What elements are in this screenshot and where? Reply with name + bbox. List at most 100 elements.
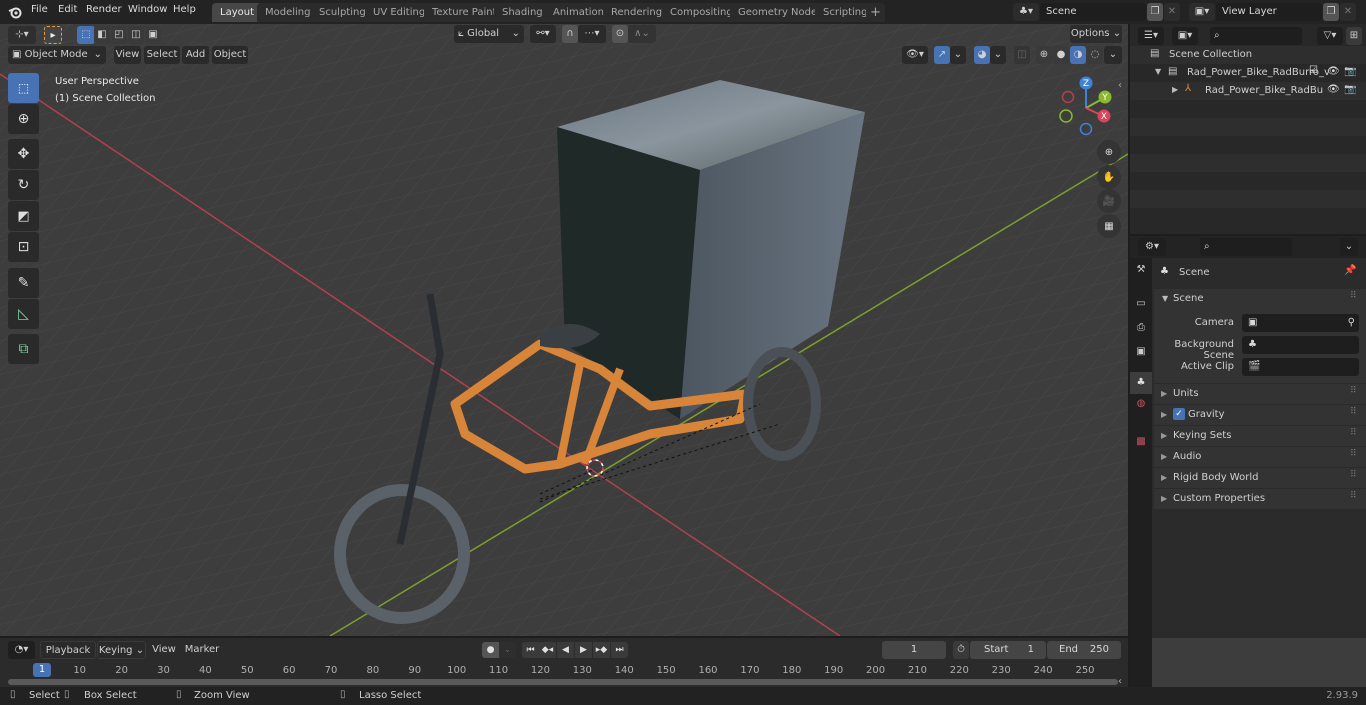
end-frame-field[interactable]: End 250 — [1047, 641, 1121, 659]
add-workspace-button[interactable]: + — [866, 3, 885, 22]
tab-world[interactable]: ◍ — [1132, 398, 1150, 418]
editor-type-button[interactable]: ⊹▾ — [8, 26, 36, 44]
snap-target-dropdown[interactable]: ⋯▾ — [578, 25, 606, 43]
view-layer-new-button[interactable]: ❐ — [1323, 3, 1339, 21]
tool-move[interactable]: ✥ — [8, 139, 39, 169]
gravity-checkbox[interactable]: ✓ — [1173, 408, 1185, 420]
jump-start-button[interactable]: ⏮ — [522, 642, 539, 658]
viewport-menu-object[interactable]: Object — [212, 46, 248, 64]
snap-toggle[interactable]: ∩ — [562, 25, 578, 43]
auto-keying-toggle[interactable]: ● — [482, 642, 499, 658]
eyedropper-icon[interactable]: ⚲ — [1348, 314, 1355, 332]
current-frame-field[interactable]: 1 — [882, 641, 946, 659]
subpanel-custom-properties[interactable]: ▶ Custom Properties ⠿ — [1154, 488, 1366, 509]
blender-logo-icon[interactable] — [8, 5, 22, 19]
drag-handle-icon[interactable]: ⠿ — [1350, 407, 1357, 417]
jump-end-button[interactable]: ⏭ — [611, 642, 628, 658]
drag-handle-icon[interactable]: ⠿ — [1350, 470, 1357, 480]
outliner-row-scene-collection[interactable]: ▤ Scene Collection — [1130, 46, 1366, 64]
tab-view-layer[interactable]: ▣ — [1132, 346, 1150, 366]
menu-file[interactable]: File — [31, 4, 48, 15]
expand-arrow-icon[interactable]: ▼ — [1155, 67, 1161, 76]
expand-arrow-icon[interactable]: ▶ — [1172, 85, 1178, 94]
transform-orientation-dropdown[interactable]: ⟀ Global ⌄ — [454, 25, 524, 43]
gizmo-dropdown[interactable]: ⌄ — [950, 46, 966, 64]
keying-menu[interactable]: Keying ⌄ — [97, 641, 146, 659]
tab-texture[interactable]: ▩ — [1132, 436, 1150, 456]
tool-rotate[interactable]: ↻ — [8, 170, 39, 200]
tab-compositing[interactable]: Compositing — [662, 3, 741, 22]
falloff-dropdown[interactable]: ∧⌄ — [628, 25, 656, 43]
sidebar-toggle-icon[interactable]: ‹ — [1118, 676, 1122, 687]
prev-keyframe-button[interactable]: ◆◂ — [539, 642, 556, 658]
select-mode-subtract[interactable]: ◰ — [111, 26, 127, 44]
subpanel-audio[interactable]: ▶ Audio ⠿ — [1154, 446, 1366, 467]
shading-material-preview[interactable]: ◑ — [1070, 46, 1086, 64]
exclude-checkbox[interactable]: ☑ — [1309, 65, 1318, 76]
properties-search-input[interactable]: ⌕ — [1200, 238, 1292, 256]
tab-layout[interactable]: Layout — [212, 3, 262, 22]
viewport-menu-select[interactable]: Select — [144, 46, 180, 64]
menu-render[interactable]: Render — [86, 4, 122, 15]
gizmo-neg-z[interactable] — [1079, 122, 1093, 136]
active-clip-field[interactable]: 🎬 — [1242, 358, 1359, 376]
menu-help[interactable]: Help — [173, 4, 196, 15]
view-layer-name-field[interactable]: View Layer — [1216, 3, 1322, 21]
select-mode-new[interactable]: ⬚ — [77, 26, 95, 44]
tool-scale[interactable]: ◩ — [8, 201, 39, 231]
properties-editor-type[interactable]: ⚙▾ — [1138, 238, 1166, 256]
select-mode-difference[interactable]: ◫ — [128, 26, 144, 44]
outliner-editor-type[interactable]: ☰▾ — [1138, 27, 1164, 45]
drag-handle-icon[interactable]: ⠿ — [1350, 428, 1357, 438]
options-dropdown[interactable]: Options ⌄ — [1070, 25, 1122, 43]
pin-icon[interactable]: 📌 — [1344, 265, 1356, 276]
sidebar-toggle-icon[interactable]: ‹ — [1118, 80, 1122, 91]
subpanel-rigid-body-world[interactable]: ▶ Rigid Body World ⠿ — [1154, 467, 1366, 488]
menu-window[interactable]: Window — [128, 4, 167, 15]
drag-handle-icon[interactable]: ⠿ — [1350, 291, 1357, 301]
subpanel-keying-sets[interactable]: ▶ Keying Sets ⠿ — [1154, 425, 1366, 446]
pivot-point-dropdown[interactable]: ⚯▾ — [530, 25, 556, 43]
shading-rendered[interactable]: ◌ — [1087, 46, 1103, 64]
tool-select-indicator[interactable]: ▸ — [44, 26, 62, 44]
pan-view-button[interactable]: ✋ — [1097, 165, 1121, 189]
filter-dropdown[interactable]: ▽▾ — [1317, 27, 1343, 45]
viewport-menu-view[interactable]: View — [114, 46, 141, 64]
drag-handle-icon[interactable]: ⠿ — [1350, 491, 1357, 501]
tool-cursor[interactable]: ⊕ — [8, 104, 39, 134]
tool-add-cube[interactable]: ⧉ — [8, 334, 39, 364]
tab-rendering[interactable]: Rendering — [603, 3, 671, 22]
tool-measure[interactable]: ◺ — [8, 299, 39, 329]
scene-new-button[interactable]: ❐ — [1147, 3, 1163, 21]
view-layer-delete-button[interactable]: ✕ — [1340, 3, 1356, 21]
timeline-marker-menu[interactable]: Marker — [183, 641, 221, 659]
properties-options-dropdown[interactable]: ⌄ — [1340, 238, 1358, 256]
shading-dropdown[interactable]: ⌄ — [1104, 46, 1122, 64]
perspective-toggle-button[interactable]: ▦ — [1097, 214, 1121, 238]
tab-output[interactable]: ⎙ — [1132, 322, 1150, 342]
zoom-view-button[interactable]: ⊕ — [1097, 140, 1121, 164]
tab-render[interactable]: ▭ — [1132, 298, 1150, 318]
tool-annotate[interactable]: ✎ — [8, 268, 39, 298]
view-layer-browse-button[interactable]: ▣▾ — [1189, 3, 1215, 21]
camera-field[interactable]: ▣ ⚲ — [1242, 314, 1359, 332]
next-keyframe-button[interactable]: ▸◆ — [593, 642, 610, 658]
shading-solid[interactable]: ● — [1053, 46, 1069, 64]
menu-edit[interactable]: Edit — [58, 4, 77, 15]
preview-range-toggle[interactable]: ⏱ — [953, 641, 969, 659]
gizmo-neg-y[interactable] — [1059, 109, 1073, 123]
scene-delete-button[interactable]: ✕ — [1164, 3, 1180, 21]
new-collection-button[interactable]: ⊞ — [1346, 27, 1362, 45]
mode-dropdown[interactable]: ▣ Object Mode ⌄ — [8, 46, 106, 64]
tab-uv-editing[interactable]: UV Editing — [365, 3, 434, 22]
eye-icon[interactable]: 👁 — [1327, 84, 1340, 95]
playback-menu[interactable]: Playback ⌄ — [40, 641, 96, 674]
drag-handle-icon[interactable]: ⠿ — [1350, 449, 1357, 459]
drag-handle-icon[interactable]: ⠿ — [1350, 386, 1357, 396]
outliner-row-object[interactable]: ▶ ⅄ Rad_Power_Bike_RadBu 👁 📷 — [1130, 82, 1366, 100]
select-mode-extend[interactable]: ◧ — [94, 26, 110, 44]
timeline-view-menu[interactable]: View — [150, 641, 178, 659]
overlays-toggle[interactable]: ◕ — [974, 46, 990, 64]
tool-select-box[interactable]: ⬚ — [8, 73, 39, 103]
subpanel-gravity[interactable]: ▶ ✓ Gravity ⠿ — [1154, 404, 1366, 425]
